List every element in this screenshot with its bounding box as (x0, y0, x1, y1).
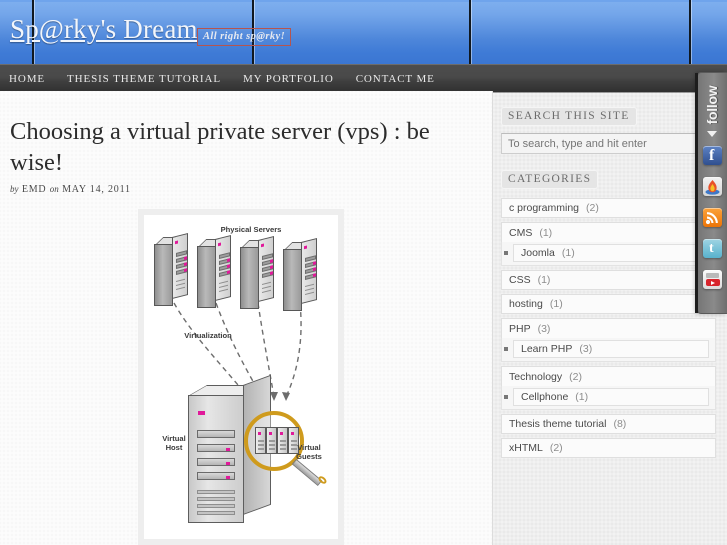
subcategory-wrapper: Cellphone (1) (501, 386, 716, 410)
list-item: hosting (1) (493, 294, 727, 314)
youtube-icon-body (705, 279, 720, 286)
subcategory-count: (3) (579, 343, 593, 355)
subcategory-wrapper: Joomla (1) (501, 242, 716, 266)
category-link-css[interactable]: CSS (1) (501, 270, 716, 290)
category-link-php[interactable]: PHP (3) (501, 318, 716, 338)
follow-label-text: follow (704, 85, 720, 125)
list-item: CSS (1) (493, 270, 727, 290)
rss-glyph (705, 212, 718, 225)
twitter-icon[interactable]: t (703, 239, 722, 258)
nav-list: HOME THESIS THEME TUTORIAL MY PORTFOLIO … (0, 65, 727, 92)
byline-date: MAY 14, 2011 (62, 184, 131, 196)
site-header: Sp@rky's Dream All right sp@rky! (0, 0, 727, 64)
categories-widget-title: CATEGORIES (501, 170, 599, 189)
category-label: xHTML (509, 442, 543, 454)
sidebar: SEARCH THIS SITE CATEGORIES c programmin… (493, 91, 727, 545)
category-count: (1) (549, 298, 563, 310)
post-figure-vps-diagram: Physical Servers Virtualization Virtual … (138, 209, 344, 545)
category-link-joomla[interactable]: Joomla (1) (513, 244, 709, 262)
bullet-square-icon (504, 251, 508, 255)
follow-rail[interactable]: follow f t (695, 72, 727, 314)
category-count: (3) (537, 322, 551, 335)
category-label: PHP (509, 322, 531, 335)
figure-label-physical-servers: Physical Servers (220, 225, 282, 234)
subcategory-count: (1) (561, 247, 575, 259)
category-link-xhtml[interactable]: xHTML (2) (501, 438, 716, 458)
category-link-learn-php[interactable]: Learn PHP (3) (513, 340, 709, 358)
header-top-line (0, 0, 727, 2)
category-link-cellphone[interactable]: Cellphone (1) (513, 388, 709, 406)
figure-canvas: Physical Servers Virtualization Virtual … (144, 215, 338, 539)
list-item: CMS (1) Joomla (1) (493, 222, 727, 266)
subcategory-label: Learn PHP (521, 343, 573, 355)
nav-item-thesis-theme-tutorial[interactable]: THESIS THEME TUTORIAL (56, 73, 232, 85)
byline-on-word: on (49, 184, 59, 195)
widget-search: SEARCH THIS SITE (493, 91, 727, 154)
byline-author: EMD (21, 184, 47, 196)
triangle-down-icon[interactable] (707, 131, 717, 137)
subcategory-label: Joomla (521, 247, 555, 259)
header-divider-3 (469, 0, 472, 64)
site-title[interactable]: Sp@rky's Dream (10, 14, 198, 45)
post-byline: by EMD on MAY 14, 2011 (10, 184, 492, 195)
category-link-technology[interactable]: Technology (2) (501, 366, 716, 386)
list-item: xHTML (2) (493, 438, 727, 458)
post-title: Choosing a virtual private server (vps) … (10, 118, 430, 177)
widget-categories: CATEGORIES c programming (2) CMS (1) Joo… (493, 154, 727, 458)
category-label: CSS (509, 274, 531, 286)
byline-by-word: by (10, 184, 19, 195)
figure-label-virtualization: Virtualization (184, 331, 232, 340)
youtube-icon[interactable] (703, 270, 722, 289)
nav-item-contact-me[interactable]: CONTACT ME (345, 73, 446, 85)
category-count: (2) (569, 370, 582, 383)
categories-list: c programming (2) CMS (1) Joomla (1) CSS… (493, 198, 727, 458)
subcategory-wrapper: Learn PHP (3) (501, 338, 716, 362)
nav-item-home[interactable]: HOME (0, 73, 56, 85)
category-count: (2) (586, 202, 599, 214)
rss-icon[interactable] (703, 208, 722, 227)
bullet-square-icon (504, 347, 508, 351)
search-input[interactable] (501, 133, 716, 154)
category-link-cms[interactable]: CMS (1) (501, 222, 716, 242)
category-count: (1) (537, 274, 551, 286)
virtual-guest (255, 427, 266, 454)
virtual-guest (266, 427, 277, 454)
category-label: Technology (509, 370, 563, 383)
category-link-hosting[interactable]: hosting (1) (501, 294, 716, 314)
facebook-icon[interactable]: f (703, 146, 722, 165)
category-count: (8) (613, 418, 627, 430)
youtube-icon-cap (706, 273, 719, 278)
search-widget-title: SEARCH THIS SITE (501, 107, 637, 126)
list-item: PHP (3) Learn PHP (3) (493, 318, 727, 362)
category-label: CMS (509, 226, 533, 239)
figure-label-virtual-host: Virtual Host (162, 434, 186, 453)
list-item: c programming (2) (493, 198, 727, 218)
list-item: Thesis theme tutorial (8) (493, 414, 727, 434)
main-content: Choosing a virtual private server (vps) … (0, 91, 493, 545)
category-link-c-programming[interactable]: c programming (2) (501, 198, 716, 218)
follow-label[interactable]: follow (697, 75, 727, 135)
page-background: Sp@rky's Dream All right sp@rky! HOME TH… (0, 0, 727, 545)
flame-icon[interactable] (703, 177, 722, 196)
subcategory-count: (1) (575, 391, 589, 403)
primary-navigation: HOME THESIS THEME TUTORIAL MY PORTFOLIO … (0, 64, 727, 92)
flame-glyph (705, 180, 720, 195)
content-wrapper: Choosing a virtual private server (vps) … (0, 91, 727, 545)
category-count: (2) (549, 442, 563, 454)
bullet-square-icon (504, 395, 508, 399)
site-tagline: All right sp@rky! (197, 28, 292, 46)
figure-label-virtual-guests: Virtual Guests (296, 443, 322, 462)
category-link-thesis-theme-tutorial[interactable]: Thesis theme tutorial (8) (501, 414, 716, 434)
list-item: Technology (2) Cellphone (1) (493, 366, 727, 410)
category-label: Thesis theme tutorial (509, 418, 607, 430)
subcategory-label: Cellphone (521, 391, 569, 403)
category-label: hosting (509, 298, 543, 310)
category-count: (1) (539, 226, 553, 239)
category-label: c programming (509, 202, 580, 214)
nav-item-my-portfolio[interactable]: MY PORTFOLIO (232, 73, 345, 85)
header-divider-4 (689, 0, 692, 64)
